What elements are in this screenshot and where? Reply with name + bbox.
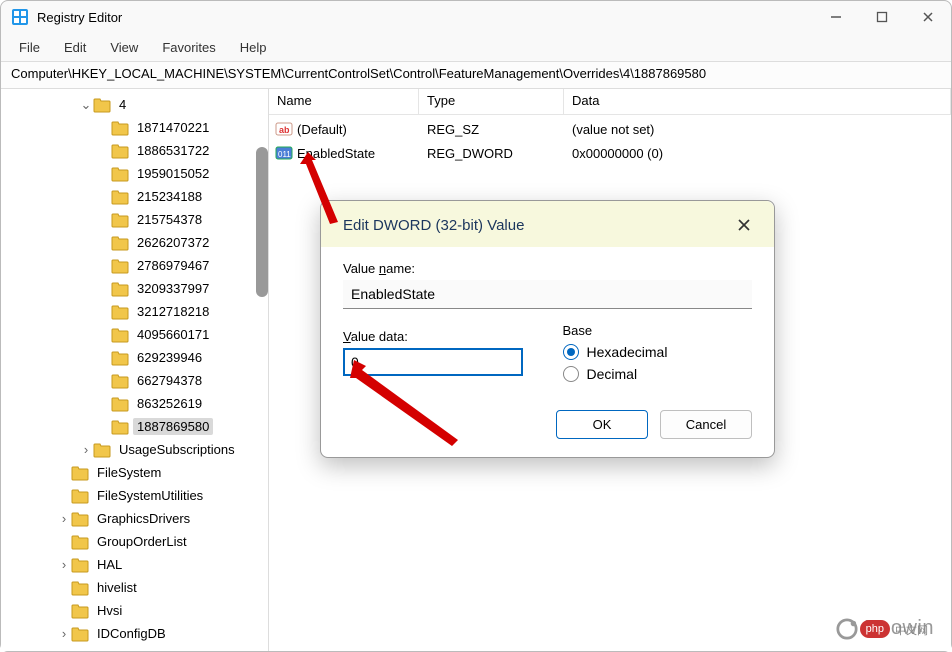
radio-icon-on [563,344,579,360]
edit-dword-dialog: Edit DWORD (32-bit) Value Value name: Va… [320,200,775,458]
cancel-button[interactable]: Cancel [660,410,752,439]
value-name-label: Value name: [343,261,752,276]
radio-decimal[interactable]: Decimal [563,366,753,382]
neowin-logo-icon [836,618,858,640]
dialog-titlebar: Edit DWORD (32-bit) Value [321,201,774,247]
php-badge-sub: 中文网 [895,622,928,638]
dialog-overlay: Edit DWORD (32-bit) Value Value name: Va… [0,0,952,652]
php-badge: php [860,620,890,638]
base-legend: Base [563,323,753,338]
value-data-label: Value data: [343,329,533,344]
value-name-input[interactable] [343,280,752,309]
dialog-close-button[interactable] [730,211,758,239]
base-group: Base Hexadecimal Decimal [563,323,753,382]
ok-button[interactable]: OK [556,410,648,439]
radio-icon-off [563,366,579,382]
dialog-title: Edit DWORD (32-bit) Value [343,217,524,234]
radio-hexadecimal[interactable]: Hexadecimal [563,344,753,360]
value-data-input[interactable] [343,348,523,376]
